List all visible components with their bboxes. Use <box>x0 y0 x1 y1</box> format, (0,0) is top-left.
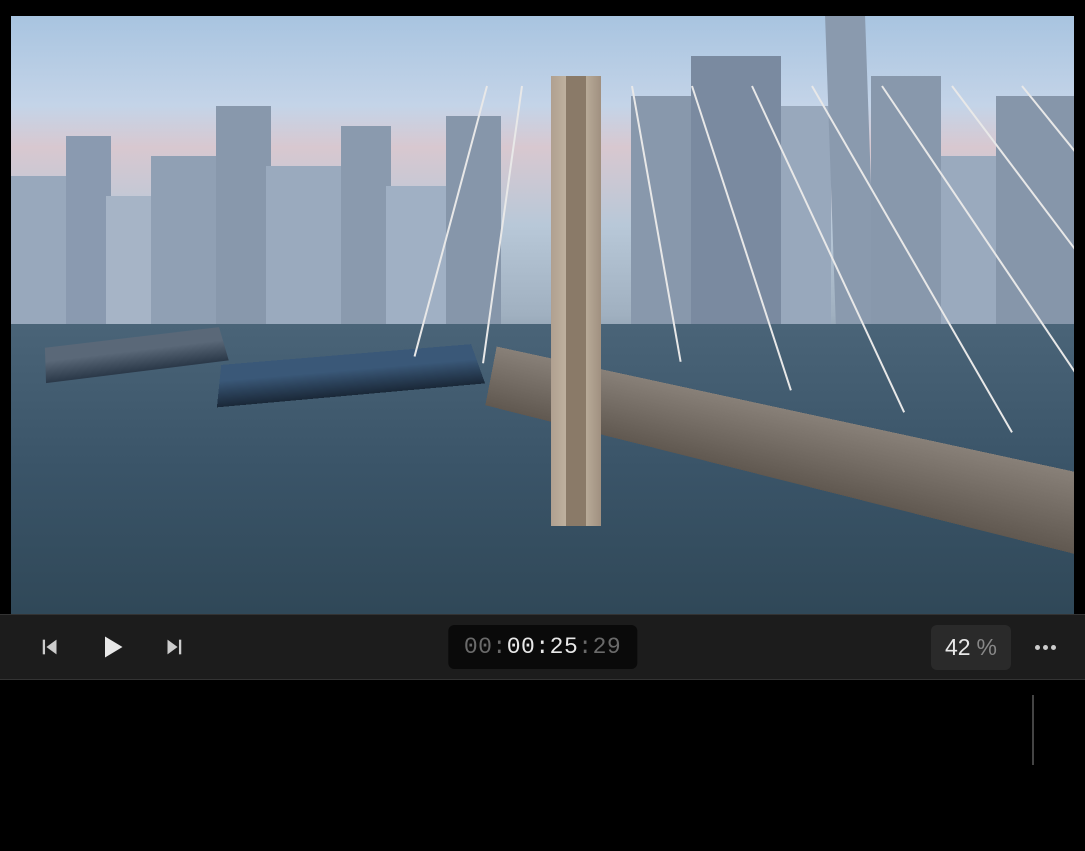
video-viewport[interactable] <box>11 16 1074 614</box>
zoom-value: 42 <box>945 634 971 661</box>
play-icon <box>98 633 126 661</box>
timecode-hours: 00: <box>464 634 507 660</box>
timecode-display[interactable]: 00: 00:25 : 29 <box>448 625 637 669</box>
transport-controls <box>0 633 184 661</box>
zoom-unit: % <box>977 634 997 661</box>
previous-button[interactable] <box>40 636 62 658</box>
skip-back-icon <box>40 636 62 658</box>
video-content <box>11 16 1074 356</box>
more-options-button[interactable] <box>1029 645 1061 650</box>
skip-forward-icon <box>162 636 184 658</box>
timecode-main: 00:25 <box>507 634 579 660</box>
callout-line <box>1032 695 1034 765</box>
timecode-frames: 29 <box>593 634 622 660</box>
video-player-window: 00: 00:25 : 29 42 % <box>0 16 1085 680</box>
right-controls-group: 42 % <box>931 625 1085 670</box>
play-button[interactable] <box>98 633 126 661</box>
timecode-separator: : <box>578 634 592 660</box>
ellipsis-icon <box>1035 645 1056 650</box>
next-button[interactable] <box>162 636 184 658</box>
zoom-level-field[interactable]: 42 % <box>931 625 1011 670</box>
playback-control-bar: 00: 00:25 : 29 42 % <box>0 614 1085 680</box>
